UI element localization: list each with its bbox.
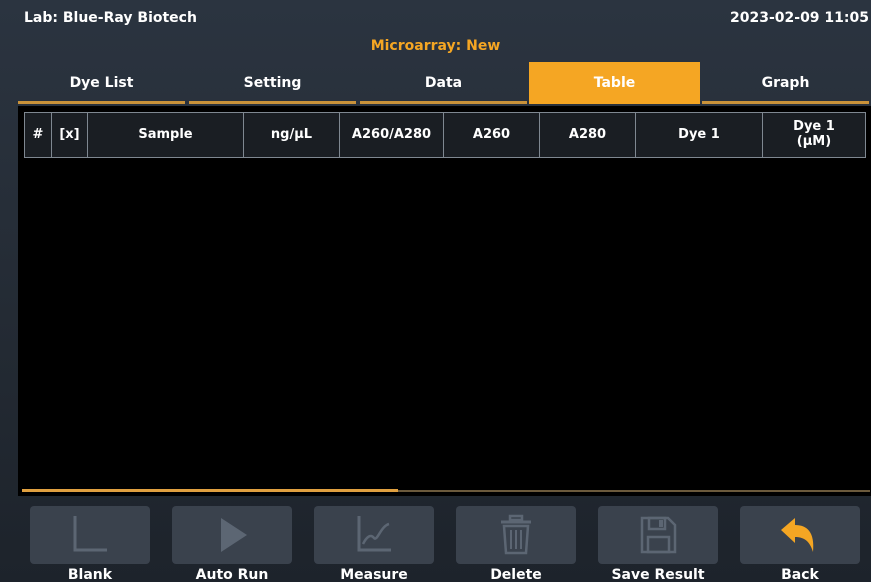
column-header-index[interactable]: #: [25, 113, 52, 157]
bottom-toolbar: Blank Auto Run Measure Delete Save Resul…: [30, 506, 860, 582]
lab-name: Lab: Blue-Ray Biotech: [24, 10, 197, 26]
column-header-a260-a280[interactable]: A260/A280: [340, 113, 444, 157]
page-title: Microarray: New: [370, 38, 501, 54]
auto-run-button[interactable]: Auto Run: [172, 506, 292, 582]
tab-bar: Dye List Setting Data Table Graph: [16, 62, 871, 104]
tab-setting[interactable]: Setting: [187, 62, 358, 104]
datetime: 2023-02-09 11:05: [730, 10, 869, 26]
table-header: # [x] Sample ng/μL A260/A280 A260 A280 D…: [24, 112, 866, 158]
column-header-select[interactable]: [x]: [52, 113, 88, 157]
blank-button[interactable]: Blank: [30, 506, 150, 582]
column-header-a260[interactable]: A260: [444, 113, 540, 157]
app-screen: Lab: Blue-Ray Biotech 2023-02-09 11:05 M…: [0, 0, 871, 582]
back-button[interactable]: Back: [740, 506, 860, 582]
blank-label: Blank: [67, 567, 113, 582]
play-icon: [221, 518, 247, 552]
column-header-sample[interactable]: Sample: [88, 113, 244, 157]
back-label: Back: [781, 567, 819, 582]
measure-curve-icon: [357, 516, 391, 552]
measure-button[interactable]: Measure: [314, 506, 434, 582]
measure-label: Measure: [340, 567, 408, 582]
tab-data[interactable]: Data: [358, 62, 529, 104]
column-header-a280[interactable]: A280: [540, 113, 636, 157]
results-table-panel: # [x] Sample ng/μL A260/A280 A260 A280 D…: [18, 106, 871, 496]
column-header-concentration[interactable]: ng/μL: [244, 113, 340, 157]
delete-label: Delete: [490, 567, 542, 582]
save-icon: [640, 516, 677, 554]
trash-icon: [501, 514, 531, 555]
auto-run-label: Auto Run: [195, 567, 269, 582]
column-header-dye1-um[interactable]: Dye 1 (μM): [763, 113, 865, 157]
save-result-label: Save Result: [611, 567, 705, 582]
column-header-dye1[interactable]: Dye 1: [636, 113, 763, 157]
horizontal-scrollbar[interactable]: [22, 489, 870, 492]
delete-button[interactable]: Delete: [456, 506, 576, 582]
blank-axis-icon: [73, 516, 107, 552]
tab-table[interactable]: Table: [529, 62, 700, 104]
save-result-button[interactable]: Save Result: [598, 506, 718, 582]
tab-dye-list[interactable]: Dye List: [16, 62, 187, 104]
scrollbar-thumb[interactable]: [22, 489, 398, 492]
tab-graph[interactable]: Graph: [700, 62, 871, 104]
back-arrow-icon: [781, 518, 814, 552]
